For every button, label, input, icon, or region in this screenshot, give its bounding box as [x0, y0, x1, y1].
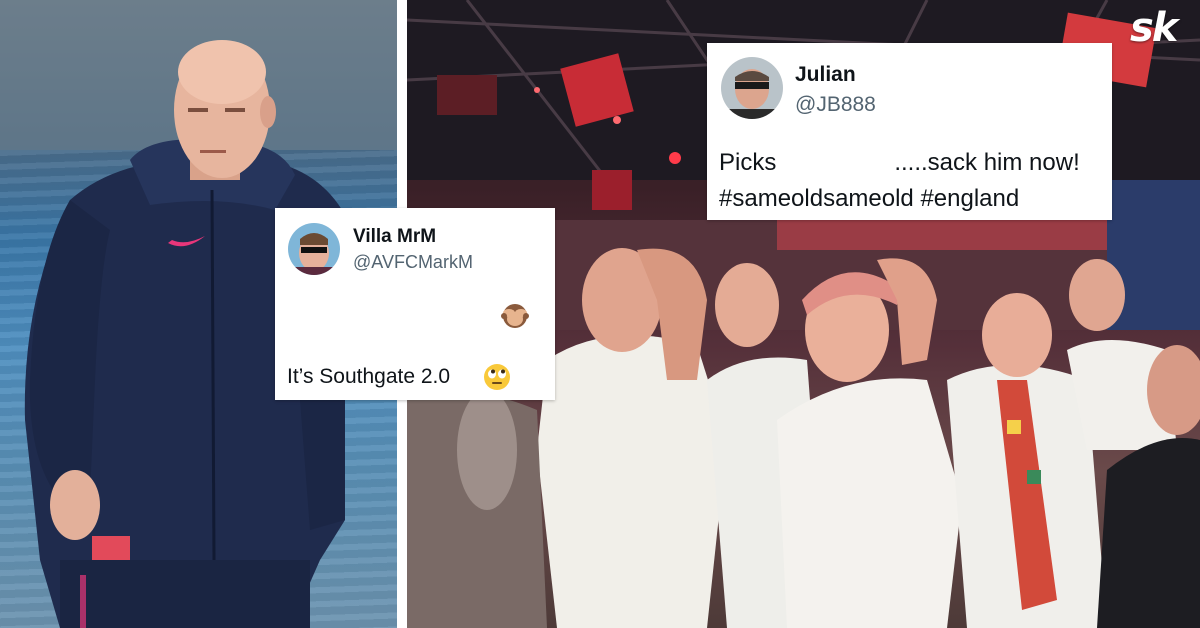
tweet-hashtags[interactable]: #sameoldsameold #england [719, 185, 1019, 213]
face-with-rolling-eyes-icon [484, 364, 510, 390]
user-avatar[interactable] [721, 57, 783, 119]
tweet-text-part: .....sack him now! [894, 149, 1080, 176]
tweet-text-line: Picks .....sack him now! [719, 149, 1099, 177]
user-display-name[interactable]: Julian [795, 63, 856, 87]
user-handle[interactable]: @JB888 [795, 93, 876, 117]
see-no-evil-monkey-icon [501, 304, 529, 328]
tweet-card-julian[interactable]: Julian @JB888 Picks .....sack him now! #s… [707, 43, 1112, 220]
sportskeeda-logo: sk [1130, 5, 1178, 51]
user-handle[interactable]: @AVFCMarkM [353, 252, 473, 273]
user-display-name[interactable]: Villa MrM [353, 226, 436, 248]
user-avatar[interactable] [288, 223, 340, 275]
tweet-text-part: Picks [719, 149, 777, 176]
tweet-text: It’s Southgate 2.0 [287, 365, 451, 388]
tweet-card-villa-mrm[interactable]: Villa MrM @AVFCMarkM It’s Southgate 2.0 [275, 208, 555, 400]
